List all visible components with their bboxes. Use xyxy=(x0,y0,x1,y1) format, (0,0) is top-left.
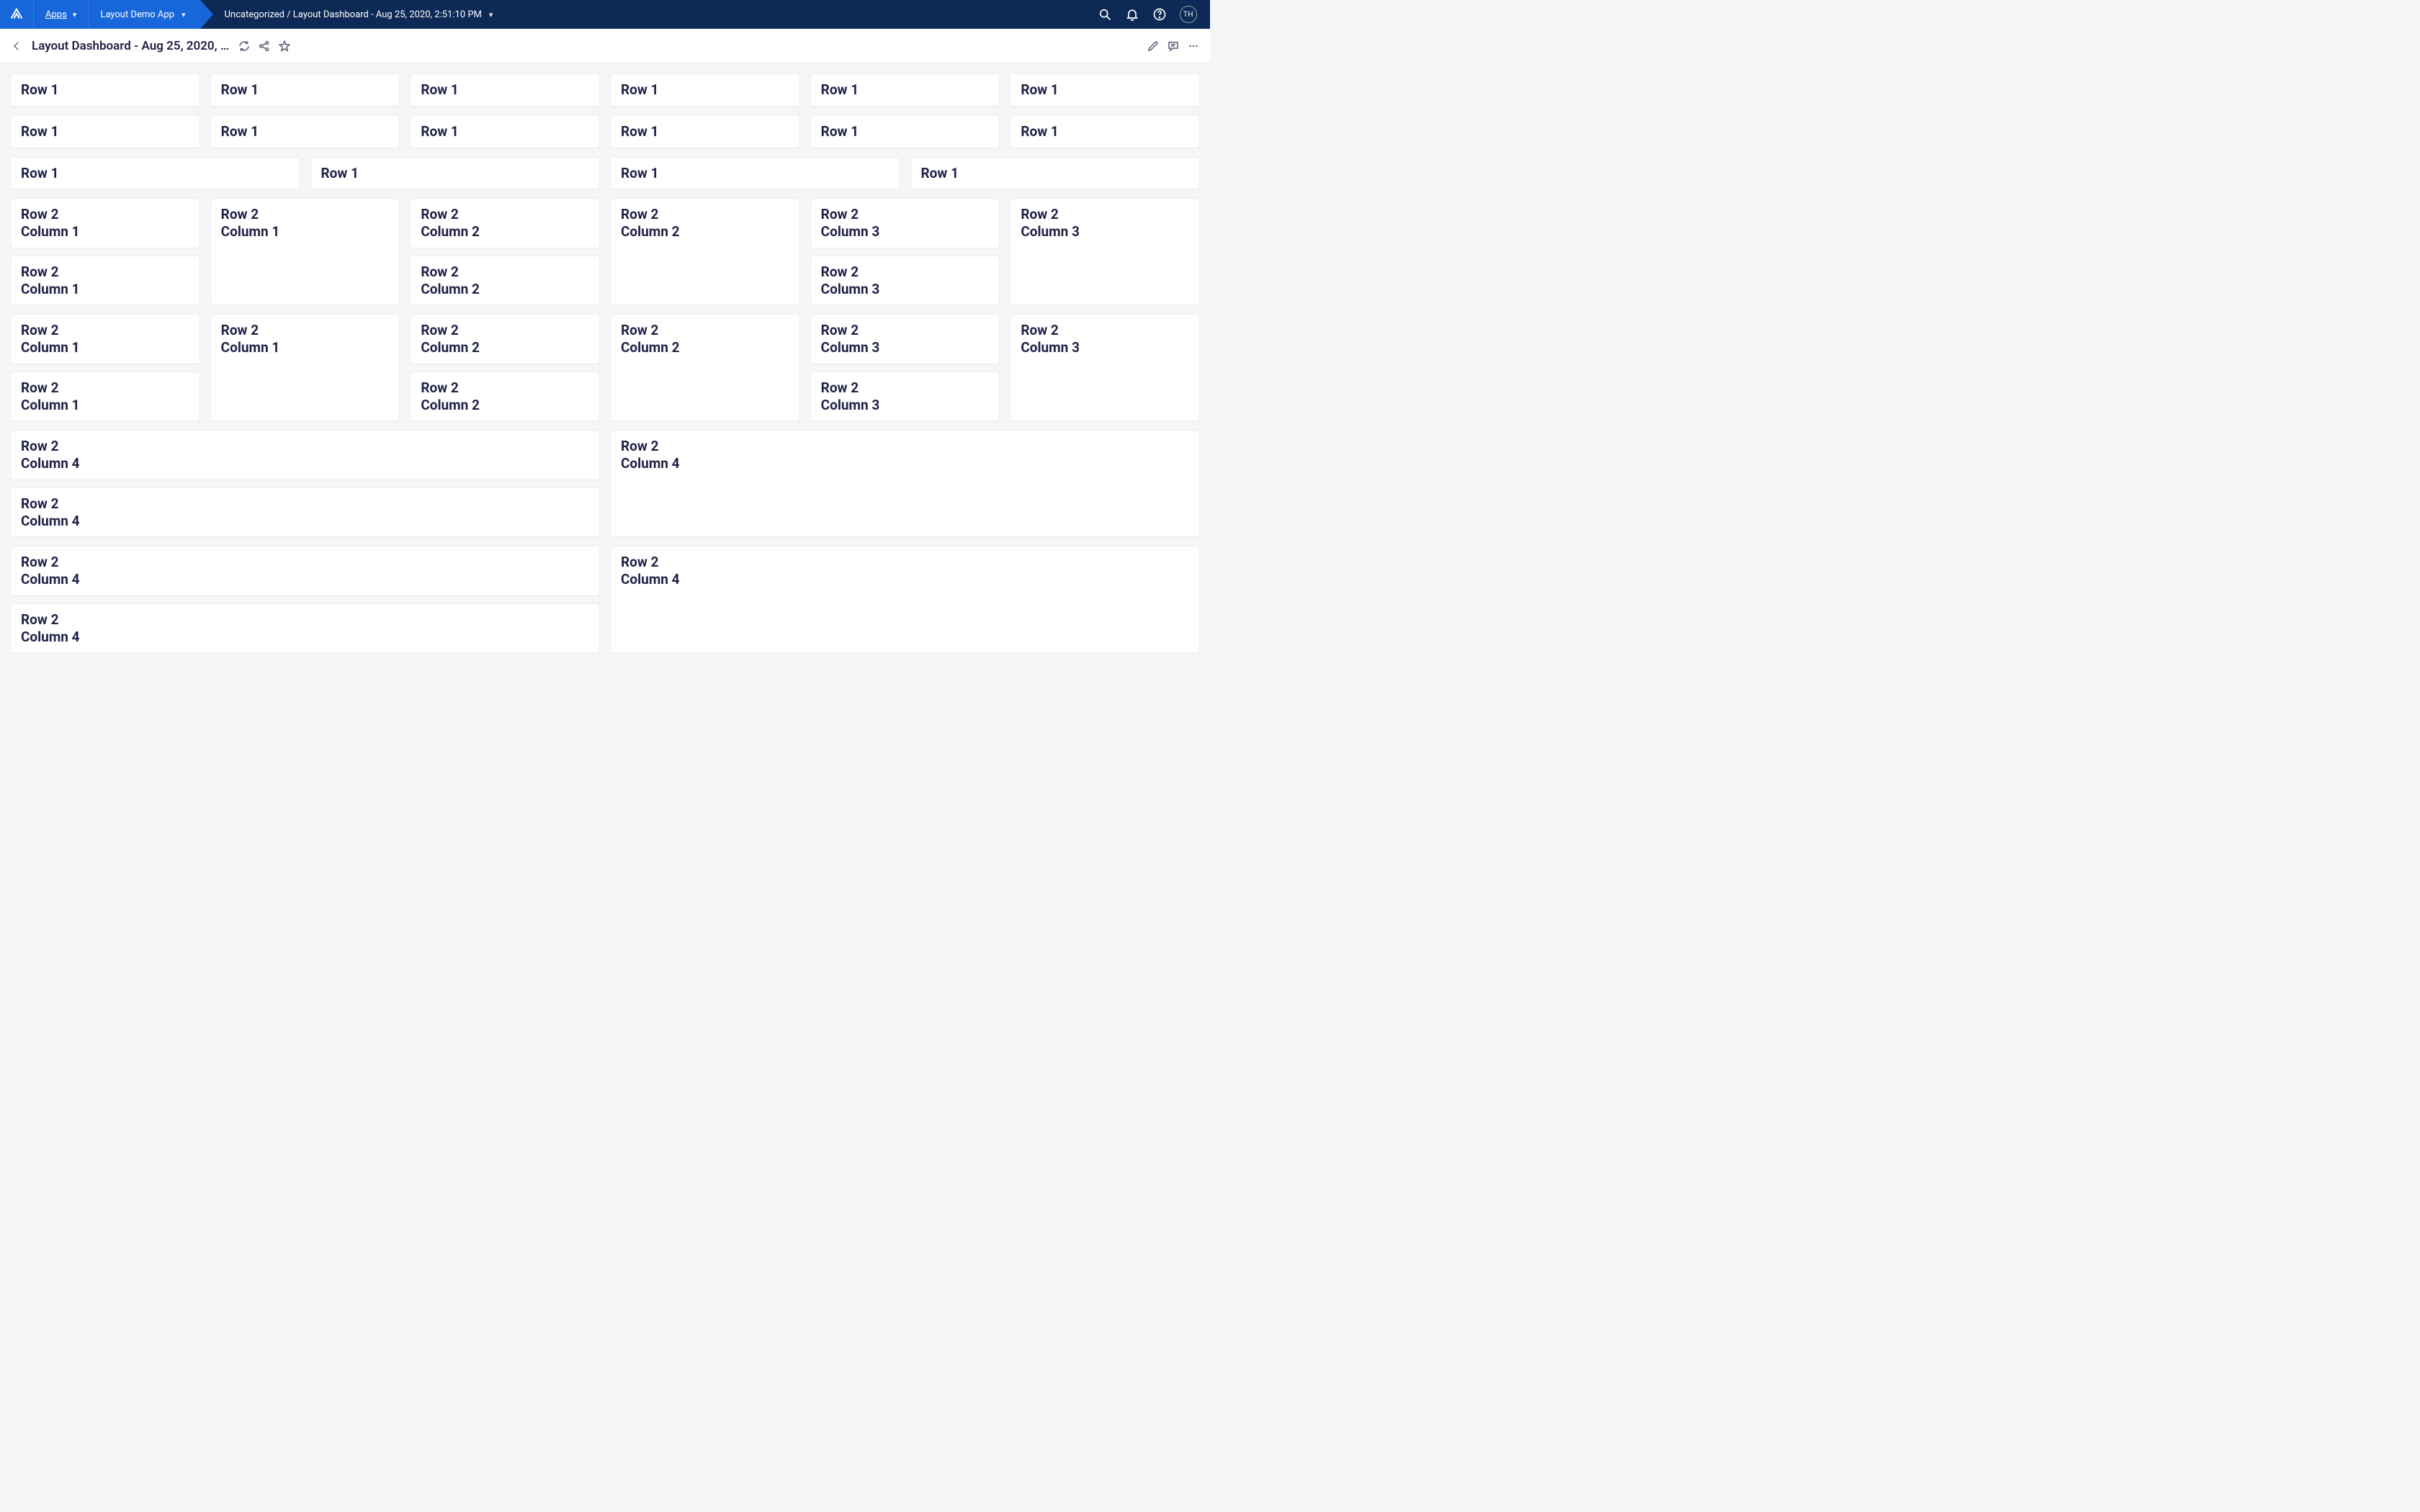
title-actions xyxy=(238,40,291,53)
card-row1[interactable]: Row 1 xyxy=(1010,115,1200,148)
card-r2c1[interactable]: Row 2Column 1 xyxy=(10,256,200,306)
card-r2c1-tall[interactable]: Row 2Column 1 xyxy=(210,198,400,305)
search-icon[interactable] xyxy=(1098,7,1112,22)
card-r2c1[interactable]: Row 2Column 1 xyxy=(10,314,200,364)
card-r2c2[interactable]: Row 2Column 2 xyxy=(410,372,600,422)
row1-line-a: Row 1 Row 1 Row 1 Row 1 Row 1 Row 1 xyxy=(10,73,1200,107)
card-row1[interactable]: Row 1 xyxy=(610,73,800,107)
apps-menu[interactable]: Apps ▾ xyxy=(33,0,88,29)
row1-line-c: Row 1 Row 1 Row 1 Row 1 xyxy=(10,157,1200,190)
more-icon[interactable] xyxy=(1187,40,1200,53)
card-r2c1[interactable]: Row 2Column 1 xyxy=(10,372,200,422)
card-row1[interactable]: Row 1 xyxy=(210,73,400,107)
card-row1[interactable]: Row 1 xyxy=(1010,73,1200,107)
card-r2c4[interactable]: Row 2Column 4 xyxy=(10,487,600,538)
brand-logo-icon xyxy=(9,6,24,22)
card-row1[interactable]: Row 1 xyxy=(910,157,1201,190)
bell-icon[interactable] xyxy=(1125,7,1139,22)
row2-block-2: Row 2Column 1 Row 2Column 1 Row 2Column … xyxy=(10,314,1200,421)
brand-logo-area[interactable] xyxy=(0,0,33,29)
breadcrumb: Uncategorized / Layout Dashboard - Aug 2… xyxy=(225,9,482,20)
card-r2c3-tall[interactable]: Row 2Column 3 xyxy=(1010,314,1200,421)
card-r2c1[interactable]: Row 2Column 1 xyxy=(10,198,200,248)
breadcrumb-selector[interactable]: Uncategorized / Layout Dashboard - Aug 2… xyxy=(200,0,1085,29)
card-r2c4-tall[interactable]: Row 2Column 4 xyxy=(610,546,1200,653)
app-name: Layout Demo App xyxy=(100,9,174,20)
row2-block-1: Row 2Column 1 Row 2Column 1 Row 2Column … xyxy=(10,198,1200,305)
dashboard-content: Row 1 Row 1 Row 1 Row 1 Row 1 Row 1 Row … xyxy=(0,63,1210,663)
page-title: Layout Dashboard - Aug 25, 2020, … xyxy=(32,39,229,53)
avatar[interactable]: TH xyxy=(1180,6,1197,23)
card-r2c2[interactable]: Row 2Column 2 xyxy=(410,314,600,364)
card-row1[interactable]: Row 1 xyxy=(810,73,1000,107)
card-row1[interactable]: Row 1 xyxy=(410,115,600,148)
row2-col4-block-a: Row 2Column 4 Row 2Column 4 Row 2Column … xyxy=(10,430,1200,537)
card-r2c4[interactable]: Row 2Column 4 xyxy=(10,603,600,654)
card-row1[interactable]: Row 1 xyxy=(610,157,900,190)
card-r2c4-tall[interactable]: Row 2Column 4 xyxy=(610,430,1200,537)
card-r2c3[interactable]: Row 2Column 3 xyxy=(810,372,1000,422)
share-icon[interactable] xyxy=(258,40,271,53)
back-button[interactable] xyxy=(10,40,23,53)
card-r2c2-tall[interactable]: Row 2Column 2 xyxy=(610,198,800,305)
card-r2c4[interactable]: Row 2Column 4 xyxy=(10,430,600,480)
refresh-icon[interactable] xyxy=(238,40,251,53)
card-r2c2[interactable]: Row 2Column 2 xyxy=(410,256,600,306)
page-toolbar: Layout Dashboard - Aug 25, 2020, … xyxy=(0,29,1210,63)
app-selector[interactable]: Layout Demo App ▾ xyxy=(88,0,200,29)
card-r2c4[interactable]: Row 2Column 4 xyxy=(10,546,600,596)
card-row1[interactable]: Row 1 xyxy=(810,115,1000,148)
card-row1[interactable]: Row 1 xyxy=(210,115,400,148)
topbar-right: TH xyxy=(1085,0,1210,29)
edit-icon[interactable] xyxy=(1147,40,1160,53)
comment-icon[interactable] xyxy=(1167,40,1180,53)
card-row1[interactable]: Row 1 xyxy=(310,157,601,190)
card-r2c3[interactable]: Row 2Column 3 xyxy=(810,198,1000,248)
card-row1[interactable]: Row 1 xyxy=(10,115,200,148)
row2-col4-block-b: Row 2Column 4 Row 2Column 4 Row 2Column … xyxy=(10,546,1200,653)
chevron-down-icon: ▾ xyxy=(489,10,493,19)
card-r2c1-tall[interactable]: Row 2Column 1 xyxy=(210,314,400,421)
toolbar-right xyxy=(1147,40,1200,53)
chevron-down-icon: ▾ xyxy=(182,10,186,19)
card-r2c3[interactable]: Row 2Column 3 xyxy=(810,256,1000,306)
card-r2c2[interactable]: Row 2Column 2 xyxy=(410,198,600,248)
card-row1[interactable]: Row 1 xyxy=(410,73,600,107)
card-row1[interactable]: Row 1 xyxy=(10,73,200,107)
help-icon[interactable] xyxy=(1152,7,1167,22)
card-row1[interactable]: Row 1 xyxy=(610,115,800,148)
chevron-down-icon: ▾ xyxy=(73,10,77,19)
card-row1[interactable]: Row 1 xyxy=(10,157,300,190)
row1-line-b: Row 1 Row 1 Row 1 Row 1 Row 1 Row 1 xyxy=(10,115,1200,148)
apps-label: Apps xyxy=(45,9,67,20)
card-r2c3-tall[interactable]: Row 2Column 3 xyxy=(1010,198,1200,305)
star-icon[interactable] xyxy=(278,40,291,53)
top-navbar: Apps ▾ Layout Demo App ▾ Uncategorized /… xyxy=(0,0,1210,29)
card-r2c3[interactable]: Row 2Column 3 xyxy=(810,314,1000,364)
card-r2c2-tall[interactable]: Row 2Column 2 xyxy=(610,314,800,421)
